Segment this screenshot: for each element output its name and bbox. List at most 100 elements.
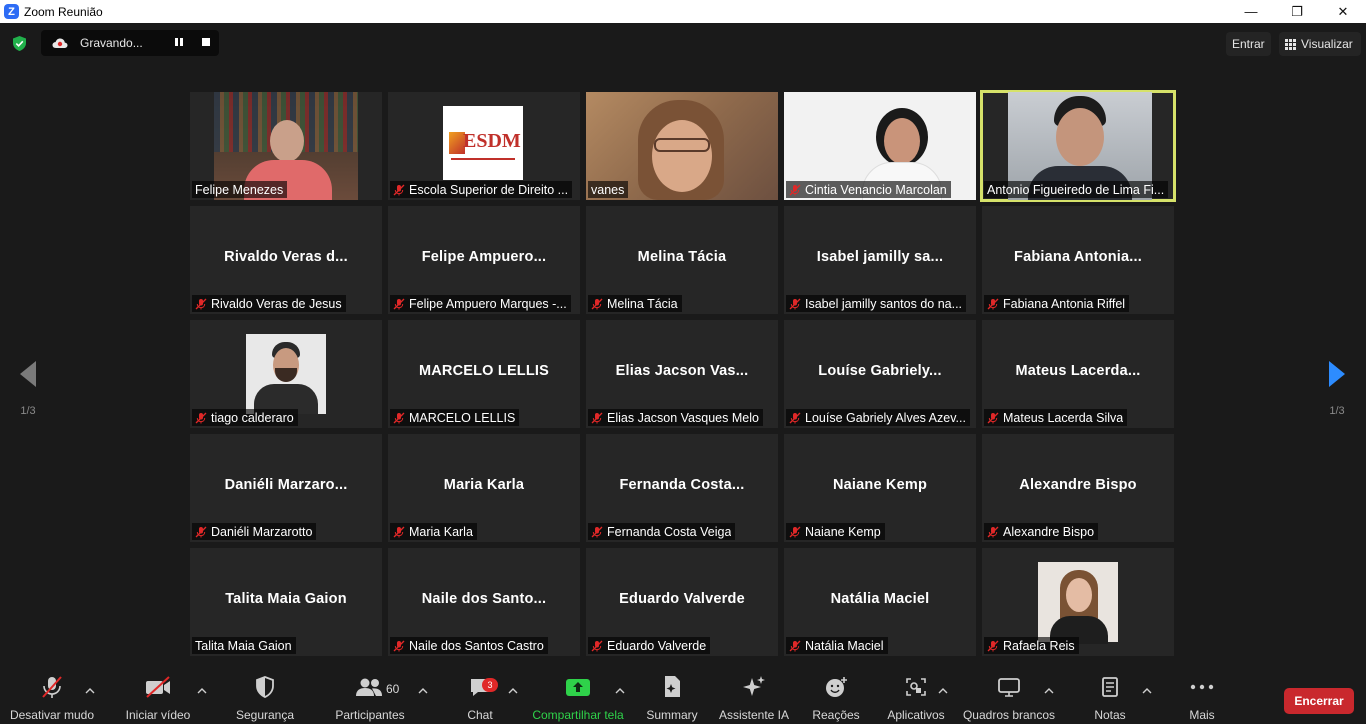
muted-mic-icon (789, 526, 801, 537)
notes-options-chevron-icon[interactable] (1142, 688, 1152, 694)
participant-name-label: Fernanda Costa Veiga (588, 523, 736, 540)
participant-tile[interactable]: Felipe Ampuero... Felipe Ampuero Marques … (388, 206, 580, 314)
muted-mic-icon (789, 640, 801, 651)
participant-name-label: Eduardo Valverde (588, 637, 711, 654)
apps-button[interactable]: Aplicativos (884, 672, 948, 724)
participant-name: Naile dos Santos Castro (409, 638, 544, 653)
meeting-topbar: Gravando... Entrar Visualizar (0, 23, 1366, 65)
ai-sparkle-icon (743, 676, 765, 696)
participant-name: Rivaldo Veras de Jesus (211, 296, 342, 311)
apps-options-chevron-icon[interactable] (938, 688, 948, 694)
ai-assistant-button[interactable]: Assistente IA (716, 672, 792, 724)
enter-button[interactable]: Entrar (1226, 32, 1271, 56)
participant-tile[interactable]: Fabiana Antonia... Fabiana Antonia Riffel (982, 206, 1174, 314)
whiteboards-label: Quadros brancos (962, 708, 1056, 722)
chat-options-chevron-icon[interactable] (508, 688, 518, 694)
share-options-chevron-icon[interactable] (615, 688, 625, 694)
muted-mic-icon (591, 412, 603, 423)
participant-tile[interactable]: Natália Maciel Natália Maciel (784, 548, 976, 656)
meeting-toolbar: Desativar mudo Iniciar vídeo Segurança P… (0, 672, 1366, 724)
participant-display-name: Naile dos Santo... (421, 591, 547, 607)
chat-button[interactable]: Chat (455, 672, 505, 724)
pager-left: 1/3 (16, 360, 40, 417)
audio-options-chevron-icon[interactable] (85, 688, 95, 694)
participant-name: Melina Tácia (607, 296, 678, 311)
chat-label: Chat (467, 708, 493, 722)
participant-name-label: Naile dos Santos Castro (390, 637, 548, 654)
muted-mic-icon (789, 298, 801, 309)
participant-name: MARCELO LELLIS (409, 410, 516, 425)
participant-tile[interactable]: Fernanda Costa... Fernanda Costa Veiga (586, 434, 778, 542)
participant-tile[interactable]: Melina Tácia Melina Tácia (586, 206, 778, 314)
participant-display-name: Melina Tácia (637, 249, 727, 265)
more-button[interactable]: Mais (1182, 672, 1222, 724)
participant-tile[interactable]: Felipe Menezes (190, 92, 382, 200)
apps-icon (906, 678, 926, 696)
participant-tile[interactable]: Naile dos Santo... Naile dos Santos Castr… (388, 548, 580, 656)
stop-recording-button[interactable] (202, 38, 210, 46)
participant-name: Eduardo Valverde (607, 638, 707, 653)
participant-tile[interactable]: Elias Jacson Vas... Elias Jacson Vasques … (586, 320, 778, 428)
participant-name: Talita Maia Gaion (195, 638, 292, 653)
participant-name: Rafaela Reis (1003, 638, 1075, 653)
next-page-arrow-icon[interactable] (1327, 360, 1347, 388)
reactions-button[interactable]: Reações (806, 672, 866, 724)
more-label: Mais (1189, 708, 1215, 722)
end-meeting-button[interactable]: Encerrar (1284, 688, 1354, 714)
participant-name-label: Felipe Ampuero Marques -... (390, 295, 571, 312)
notes-button[interactable]: Notas (1090, 672, 1130, 724)
muted-mic-icon (393, 640, 405, 651)
participant-tile[interactable]: Rivaldo Veras d... Rivaldo Veras de Jesus (190, 206, 382, 314)
participant-display-name: Eduardo Valverde (619, 591, 745, 607)
participant-tile[interactable]: MARCELO LELLIS MARCELO LELLIS (388, 320, 580, 428)
participant-display-name: Maria Karla (443, 477, 525, 493)
participant-tile[interactable]: Mateus Lacerda... Mateus Lacerda Silva (982, 320, 1174, 428)
muted-mic-icon (393, 298, 405, 309)
participant-tile[interactable]: ESDM Escola Superior de Direito ... (388, 92, 580, 200)
whiteboards-button[interactable]: Quadros brancos (962, 672, 1056, 724)
participants-label: Participantes (335, 708, 405, 722)
participant-tile[interactable]: Antonio Figueiredo de Lima Fi... (980, 90, 1176, 202)
participant-tile[interactable]: Talita Maia Gaion Talita Maia Gaion (190, 548, 382, 656)
participant-tile[interactable]: Rafaela Reis (982, 548, 1174, 656)
participant-tile[interactable]: tiago calderaro (190, 320, 382, 428)
video-options-chevron-icon[interactable] (197, 688, 207, 694)
share-screen-button[interactable]: Compartilhar tela (530, 672, 626, 724)
participant-tile[interactable]: Naiane Kemp Naiane Kemp (784, 434, 976, 542)
participant-name: vanes (591, 182, 625, 197)
participant-tile[interactable]: Cintia Venancio Marcolan (784, 92, 976, 200)
close-window-button[interactable]: ✕ (1320, 0, 1366, 23)
unmute-button[interactable]: Desativar mudo (8, 672, 96, 724)
previous-page-arrow-icon[interactable] (18, 360, 38, 388)
encryption-shield-icon[interactable] (11, 35, 28, 52)
whiteboards-options-chevron-icon[interactable] (1044, 688, 1054, 694)
participant-tile[interactable]: Daniéli Marzaro... Daniéli Marzarotto (190, 434, 382, 542)
participant-tile[interactable]: Isabel jamilly sa... Isabel jamilly santo… (784, 206, 976, 314)
participant-tile[interactable]: Eduardo Valverde Eduardo Valverde (586, 548, 778, 656)
minimize-button[interactable]: — (1228, 0, 1274, 23)
pause-recording-button[interactable] (175, 38, 185, 48)
muted-microphone-icon (42, 676, 62, 698)
participant-tile[interactable]: Alexandre Bispo Alexandre Bispo (982, 434, 1174, 542)
security-button[interactable]: Segurança (230, 672, 300, 724)
muted-mic-icon (591, 298, 603, 309)
view-button[interactable]: Visualizar (1279, 32, 1361, 56)
participant-name-label: Elias Jacson Vasques Melo (588, 409, 763, 426)
participant-tile[interactable]: vanes (586, 92, 778, 200)
muted-mic-icon (987, 640, 999, 651)
summary-button[interactable]: Summary (640, 672, 704, 724)
participant-tile[interactable]: Louíse Gabriely... Louíse Gabriely Alves … (784, 320, 976, 428)
participant-name-label: Alexandre Bispo (984, 523, 1099, 540)
window-title: Zoom Reunião (24, 4, 103, 19)
restore-button[interactable]: ❐ (1274, 0, 1320, 23)
participants-options-chevron-icon[interactable] (418, 688, 428, 694)
start-video-button[interactable]: Iniciar vídeo (118, 672, 198, 724)
security-shield-icon (256, 676, 274, 698)
participant-display-name: Louíse Gabriely... (818, 363, 942, 379)
participant-name: Louíse Gabriely Alves Azev... (805, 410, 966, 425)
participant-name-label: Talita Maia Gaion (192, 637, 296, 654)
participant-name-label: Naiane Kemp (786, 523, 885, 540)
reactions-emoji-icon (826, 677, 847, 697)
participants-button[interactable]: Participantes (330, 672, 410, 724)
participant-tile[interactable]: Maria Karla Maria Karla (388, 434, 580, 542)
